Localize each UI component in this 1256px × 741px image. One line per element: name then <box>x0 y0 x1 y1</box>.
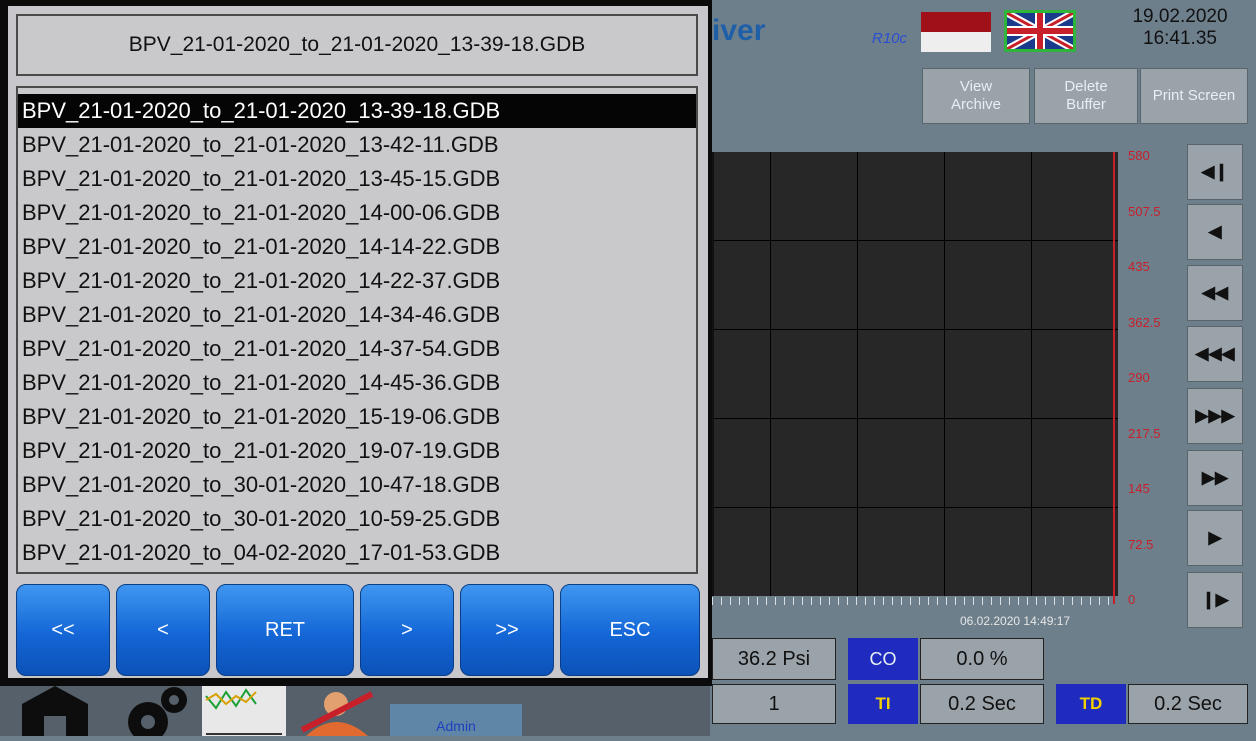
td-value[interactable]: 0.2 Sec <box>1128 684 1248 724</box>
view-archive-button[interactable]: View Archive <box>922 68 1030 124</box>
first-page-button[interactable]: << <box>16 584 110 676</box>
file-list-item[interactable]: BPV_21-01-2020_to_21-01-2020_14-34-46.GD… <box>18 298 696 332</box>
print-screen-button[interactable]: Print Screen <box>1140 68 1248 124</box>
settings-gear-icon[interactable] <box>110 686 196 741</box>
selected-file-display: BPV_21-01-2020_to_21-01-2020_13-39-18.GD… <box>16 14 698 76</box>
y-axis-label: 0 <box>1128 592 1136 607</box>
trend-chart-icon[interactable] <box>202 686 286 736</box>
next-button[interactable]: > <box>360 584 454 676</box>
y-axis-line <box>1113 152 1115 604</box>
last-page-button[interactable]: >> <box>460 584 554 676</box>
y-axis-label: 362.5 <box>1128 314 1161 330</box>
file-list-item[interactable]: BPV_21-01-2020_to_21-01-2020_14-45-36.GD… <box>18 366 696 400</box>
file-list-item[interactable]: BPV_21-01-2020_to_21-01-2020_13-45-15.GD… <box>18 162 696 196</box>
uk-flag-icon[interactable] <box>1004 10 1076 52</box>
y-axis-label: 145 <box>1128 481 1150 496</box>
previous-button[interactable]: < <box>116 584 210 676</box>
td-label: TD <box>1056 684 1126 724</box>
file-list-item[interactable]: BPV_21-01-2020_to_21-01-2020_13-42-11.GD… <box>18 128 696 162</box>
return-button[interactable]: RET <box>216 584 354 676</box>
file-list-item[interactable]: BPV_21-01-2020_to_21-01-2020_14-14-22.GD… <box>18 230 696 264</box>
co-label: CO <box>848 638 918 680</box>
first-page-icon[interactable]: ◀❙ <box>1187 144 1243 200</box>
fast-rewind-icon[interactable]: ◀◀◀ <box>1187 326 1243 382</box>
app-title-fragment: iver <box>712 14 766 47</box>
y-axis-label: 72.5 <box>1128 536 1154 552</box>
y-axis-label: 507.5 <box>1128 203 1161 219</box>
chart-timestamp: 06.02.2020 14:49:17 <box>960 614 1071 628</box>
trend-chart <box>712 152 1118 596</box>
date-text: 19.02.2020 <box>1132 6 1228 27</box>
last-page-icon[interactable]: ❙▶ <box>1187 572 1243 628</box>
forward-icon[interactable]: ▶▶ <box>1187 450 1243 506</box>
step-back-icon[interactable]: ◀ <box>1187 204 1243 260</box>
time-text: 16:41.35 <box>1143 28 1217 49</box>
y-axis-label: 217.5 <box>1128 425 1161 441</box>
y-axis-label: 435 <box>1128 259 1150 274</box>
ti-value[interactable]: 0.2 Sec <box>920 684 1044 724</box>
x-axis-ticks <box>712 597 1116 605</box>
user-label: Admin <box>390 704 522 736</box>
pb-value[interactable]: 1 <box>712 684 836 724</box>
pressure-value: 36.2 Psi <box>712 638 836 680</box>
fast-forward-icon[interactable]: ▶▶▶ <box>1187 388 1243 444</box>
file-list-item[interactable]: BPV_21-01-2020_to_21-01-2020_19-07-19.GD… <box>18 434 696 468</box>
escape-button[interactable]: ESC <box>560 584 700 676</box>
file-list[interactable]: BPV_21-01-2020_to_21-01-2020_13-39-18.GD… <box>16 86 698 574</box>
user-login-icon[interactable] <box>292 686 382 736</box>
version-label: R10c <box>872 30 908 47</box>
co-value: 0.0 % <box>920 638 1044 680</box>
file-list-item[interactable]: BPV_21-01-2020_to_21-01-2020_13-39-18.GD… <box>18 94 696 128</box>
file-list-item[interactable]: BPV_21-01-2020_to_21-01-2020_14-00-06.GD… <box>18 196 696 230</box>
home-icon[interactable] <box>8 686 102 736</box>
step-forward-icon[interactable]: ▶ <box>1187 510 1243 566</box>
ti-label: TI <box>848 684 918 724</box>
rewind-icon[interactable]: ◀◀ <box>1187 265 1243 321</box>
file-list-item[interactable]: BPV_21-01-2020_to_30-01-2020_10-59-25.GD… <box>18 502 696 536</box>
delete-buffer-button[interactable]: Delete Buffer <box>1034 68 1138 124</box>
date-time-display: 19.02.2020 16:41.35 <box>1110 6 1250 50</box>
file-list-item[interactable]: BPV_21-01-2020_to_21-01-2020_14-37-54.GD… <box>18 332 696 366</box>
y-axis-label: 580 <box>1128 148 1150 163</box>
indonesian-flag-icon[interactable] <box>921 12 991 52</box>
file-list-item[interactable]: BPV_21-01-2020_to_21-01-2020_14-22-37.GD… <box>18 264 696 298</box>
y-axis-label: 290 <box>1128 370 1150 385</box>
file-list-item[interactable]: BPV_21-01-2020_to_04-02-2020_17-01-53.GD… <box>18 536 696 570</box>
file-list-item[interactable]: BPV_21-01-2020_to_30-01-2020_10-47-18.GD… <box>18 468 696 502</box>
file-list-item[interactable]: BPV_21-01-2020_to_21-01-2020_15-19-06.GD… <box>18 400 696 434</box>
